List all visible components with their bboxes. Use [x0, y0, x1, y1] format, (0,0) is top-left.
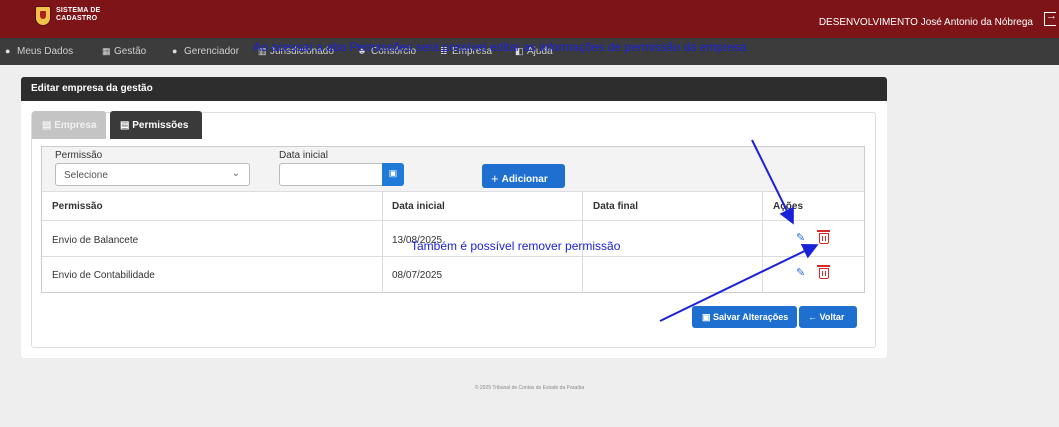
annotation-tab-hint: Ao acessar a aba Permissões será possíve… [253, 40, 747, 54]
app-logo-text: SISTEMA DE CADASTRO [56, 7, 101, 23]
arrow-left-icon: ← [808, 312, 820, 322]
back-button[interactable]: ← Voltar [799, 306, 857, 328]
calendar-icon: ▣ [388, 168, 398, 178]
nav-item-label: Gerenciador [184, 46, 240, 57]
permissao-label: Permissão [55, 150, 103, 161]
cell-permissao: Envio de Balancete [52, 235, 139, 246]
column-divider [762, 192, 763, 293]
top-bar: SISTEMA DE CADASTRO DESENVOLVIMENTO José… [0, 0, 1059, 38]
column-header-data-inicial: Data inicial [392, 201, 445, 212]
cell-permissao: Envio de Contabilidade [52, 270, 155, 281]
data-inicial-input[interactable] [279, 163, 383, 186]
cell-data-inicial: 08/07/2025 [392, 270, 443, 281]
logo-text-line2: CADASTRO [56, 15, 98, 22]
tab-label: Permissões [132, 120, 189, 131]
add-button-label: Adicionar [501, 174, 548, 185]
save-icon: ▣ [702, 312, 714, 322]
page-title: Editar empresa da gestão [31, 83, 153, 94]
user-icon: ● [5, 46, 11, 56]
card-header: Editar empresa da gestão [21, 77, 887, 101]
logo-shield-icon [35, 6, 51, 26]
column-header-acoes: Ações [773, 201, 804, 212]
footer-text: © 2025 Tribunal de Contas do Estado da P… [474, 385, 585, 391]
document-icon: ▤ [42, 120, 55, 131]
data-inicial-label: Data inicial [279, 150, 328, 161]
tab-empresa[interactable]: ▤ Empresa [32, 111, 106, 139]
row-divider [42, 256, 864, 257]
permissions-box: Permissão Selecione ⌄ Data inicial ▣ + Ad… [41, 146, 865, 293]
add-permission-button[interactable]: + Adicionar [482, 164, 565, 188]
plus-icon: + [491, 171, 499, 186]
column-divider [382, 192, 383, 293]
save-changes-button[interactable]: ▣ Salvar Alterações [692, 306, 797, 328]
permissao-select[interactable]: Selecione ⌄ [55, 163, 250, 186]
annotation-remove-hint: Também é possível remover permissão [411, 239, 621, 253]
column-header-permissao: Permissão [52, 201, 103, 212]
back-button-label: Voltar [819, 312, 845, 322]
nav-item-meus-dados[interactable]: ● Meus Dados [5, 46, 73, 57]
nav-item-label: Meus Dados [17, 46, 74, 57]
chevron-down-icon: ⌄ [231, 168, 240, 179]
logo-text-line1: SISTEMA DE [56, 7, 101, 14]
trash-icon[interactable] [817, 265, 830, 279]
row-divider [42, 220, 864, 221]
user-icon: ● [172, 46, 178, 56]
tab-permissoes[interactable]: ▤ Permissões [110, 111, 202, 139]
edit-pencil-icon[interactable]: ✎ [796, 266, 808, 279]
nav-item-gerenciador[interactable]: ● Gerenciador [172, 46, 239, 57]
nav-item-gestao[interactable]: ▦ Gestão [102, 46, 146, 57]
calendar-icon: ▦ [102, 46, 111, 56]
calendar-button[interactable]: ▣ [382, 163, 404, 186]
column-header-data-final: Data final [593, 201, 639, 212]
add-permission-form: Permissão Selecione ⌄ Data inicial ▣ + Ad… [42, 147, 864, 192]
user-name: DESENVOLVIMENTO José Antonio da Nóbrega [818, 17, 1033, 28]
nav-item-label: Gestão [114, 46, 147, 57]
list-icon: ▤ [120, 120, 133, 131]
tab-label: Empresa [54, 120, 97, 131]
edit-pencil-icon[interactable]: ✎ [796, 231, 808, 244]
permissao-select-value: Selecione [64, 170, 108, 181]
save-button-label: Salvar Alterações [713, 312, 789, 322]
logout-icon[interactable] [1044, 10, 1057, 26]
trash-icon[interactable] [817, 230, 830, 244]
